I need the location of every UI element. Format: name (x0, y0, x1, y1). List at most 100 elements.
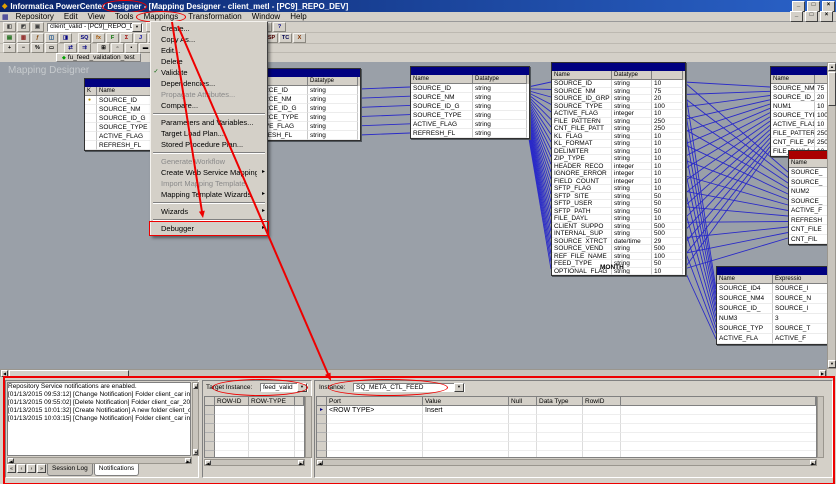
zoom-percent-icon[interactable]: % (31, 43, 44, 53)
transaction-control-icon[interactable]: TC (279, 33, 292, 43)
expand-windows-icon[interactable]: ▪ (125, 43, 138, 53)
menubar-item-repository[interactable]: Repository (11, 12, 59, 22)
grid-row[interactable] (317, 451, 816, 457)
scroll-right-icon[interactable]: ▶ (298, 460, 304, 466)
zoom-out-icon[interactable]: − (17, 43, 30, 53)
grid-row[interactable] (317, 442, 816, 451)
scroll-up-icon[interactable]: ▲ (828, 63, 836, 71)
menu-item-target-load-plan[interactable]: Target Load Plan... (151, 128, 267, 139)
output-tab-session-log[interactable]: Session Log (47, 464, 93, 476)
grid-row[interactable] (205, 442, 304, 451)
output-vertical-scrollbar[interactable]: ▲ ▼ (192, 382, 199, 456)
scroll-down-icon[interactable]: ▼ (193, 449, 198, 455)
notifications-log[interactable]: Repository Service notifications are ena… (7, 382, 191, 456)
instance-grid-hscrollbar[interactable]: ◀ ▶ (316, 459, 817, 466)
expression-icon[interactable]: fx (92, 33, 105, 43)
output-horizontal-scrollbar[interactable]: ◀ ▶ (7, 457, 192, 464)
target-designer-icon[interactable]: ▥ (17, 33, 30, 43)
mapplet-designer-icon[interactable]: ◫ (45, 33, 58, 43)
minimize-button[interactable]: _ (792, 0, 805, 12)
scroll-right-icon[interactable]: ▶ (810, 460, 816, 466)
grid-row[interactable] (205, 424, 304, 433)
menubar-item-mappings[interactable]: Mappings (135, 10, 186, 23)
target-grid-hscrollbar[interactable]: ◀ ▶ (204, 459, 305, 466)
close-button[interactable]: × (822, 0, 835, 12)
menu-item-mapping-template-wizards[interactable]: Mapping Template Wizards ▸ (151, 189, 267, 200)
menubar-item-transformation[interactable]: Transformation (183, 12, 247, 22)
mdi-minimize-button[interactable]: _ (790, 11, 803, 22)
scroll-down-icon[interactable]: ▼ (828, 360, 836, 368)
mapping-designer-icon[interactable]: ◨ (59, 33, 72, 43)
menu-item-wizards[interactable]: Wizards ▸ (151, 206, 267, 217)
scroll-left-icon[interactable]: ◀ (1, 370, 8, 377)
grid-row[interactable] (317, 424, 816, 433)
menu-item-stored-procedure-plan[interactable]: Stored Procedure Plan... (151, 139, 267, 150)
tabs-scroll-prev-icon[interactable]: ‹ (17, 464, 26, 473)
target-grid-vscrollbar[interactable] (305, 396, 312, 458)
menu-item-dependencies[interactable]: Dependencies... (151, 78, 267, 89)
output-tab-notifications[interactable]: Notifications (93, 464, 140, 476)
canvas-horizontal-scrollbar[interactable]: ◀ ▶ (0, 369, 827, 377)
menu-item-import-mapping-template[interactable]: Import Mapping Template (151, 178, 267, 189)
grid-row[interactable] (205, 406, 304, 415)
menubar-item-edit[interactable]: Edit (59, 12, 83, 22)
maximize-button[interactable]: □ (807, 0, 820, 12)
arrange-iconic-icon[interactable]: ▫ (111, 43, 124, 53)
target-instance-select[interactable]: feed_valid ▼ (260, 383, 308, 392)
toggle-repository-navigator-icon[interactable]: ◧ (3, 22, 16, 32)
xml-parser-icon[interactable]: X (293, 33, 306, 43)
menu-item-edit[interactable]: Edit... (151, 45, 267, 56)
scroll-right-icon[interactable]: ▶ (185, 458, 191, 464)
menubar-item-help[interactable]: Help (285, 12, 311, 22)
toggle-output-window-icon[interactable]: ◩ (17, 22, 30, 32)
toggle-overview-window-icon[interactable]: ▣ (31, 22, 44, 32)
menu-item-create[interactable]: Create... (151, 23, 267, 34)
filter-icon[interactable]: F (106, 33, 119, 43)
dropdown-arrow-icon[interactable]: ▼ (454, 383, 464, 392)
menu-item-delete[interactable]: Delete (151, 56, 267, 67)
grid-row[interactable]: ▸ <ROW TYPE> Insert (317, 406, 816, 415)
grid-row[interactable] (317, 415, 816, 424)
grid-row[interactable] (205, 433, 304, 442)
canvas-vertical-scrollbar[interactable]: ▲ ▼ (827, 62, 836, 369)
instance-select[interactable]: SQ_META_CTL_FEED ▼ (353, 383, 465, 392)
grid-row[interactable] (205, 415, 304, 424)
canvas-vscroll-thumb[interactable] (828, 72, 836, 106)
workspace-tab-mapping[interactable]: ◆ fu_feed_validation_test (56, 53, 141, 62)
menu-item-validate[interactable]: ✓ Validate (151, 67, 267, 78)
menubar-item-tools[interactable]: Tools (110, 12, 139, 22)
link-ports-icon[interactable]: ⇄ (64, 43, 77, 53)
instance-grid-vscrollbar[interactable] (817, 396, 824, 458)
grid-row[interactable] (317, 433, 816, 442)
zoom-in-icon[interactable]: + (3, 43, 16, 53)
fit-to-window-icon[interactable]: ▭ (45, 43, 58, 53)
help-icon[interactable]: ? (273, 22, 286, 32)
menu-item-propagate-attributes[interactable]: Propagate Attributes... (151, 89, 267, 100)
menu-item-create-web-service-mapping[interactable]: Create Web Service Mapping ▸ (151, 167, 267, 178)
menu-item-parameters-and-variables[interactable]: Parameters and Variables... (151, 117, 267, 128)
arrange-all-icon[interactable]: ⊞ (97, 43, 110, 53)
aggregator-icon[interactable]: Σ (120, 33, 133, 43)
scroll-left-icon[interactable]: ◀ (205, 460, 211, 466)
scroll-left-icon[interactable]: ◀ (8, 458, 14, 464)
menu-item-debugger[interactable]: Debugger ▸ (149, 221, 269, 236)
mdi-restore-button[interactable]: □ (805, 11, 818, 22)
repository-context-select[interactable]: client_valid - [PC9]_REPO_DEV ▼ (47, 22, 143, 32)
dropdown-arrow-icon[interactable]: ▼ (297, 383, 307, 392)
joiner-icon[interactable]: J (134, 33, 147, 43)
scroll-right-icon[interactable]: ▶ (819, 370, 826, 377)
mdi-close-button[interactable]: × (820, 11, 833, 22)
canvas-label-month[interactable]: MONTH (600, 264, 624, 271)
source-analyzer-icon[interactable]: ▤ (3, 33, 16, 43)
mapping-canvas[interactable]: Mapping Designer (0, 62, 827, 369)
menubar-item-window[interactable]: Window (247, 12, 285, 22)
tabs-scroll-first-icon[interactable]: « (7, 464, 16, 473)
tabs-scroll-next-icon[interactable]: › (27, 464, 36, 473)
scroll-left-icon[interactable]: ◀ (317, 460, 323, 466)
menu-item-generate-workflow[interactable]: Generate Workflow (151, 156, 267, 167)
grid-row[interactable] (205, 451, 304, 457)
menu-item-copy-as[interactable]: Copy As... (151, 34, 267, 45)
canvas-hscroll-thumb[interactable] (9, 370, 129, 377)
menu-item-compare[interactable]: Compare... (151, 100, 267, 111)
dropdown-arrow-icon[interactable]: ▼ (132, 22, 142, 32)
